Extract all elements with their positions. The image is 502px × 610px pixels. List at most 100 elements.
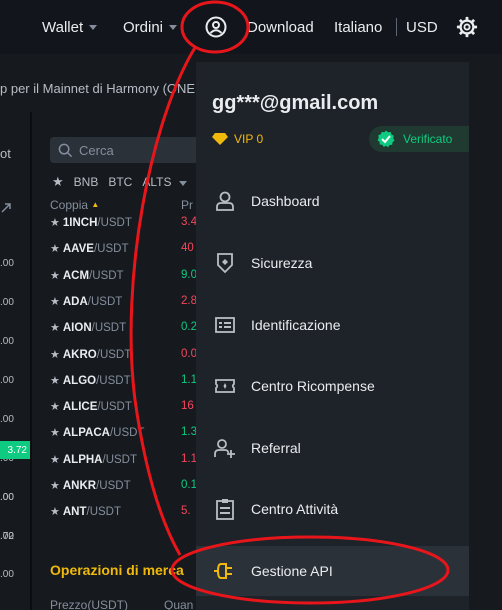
market-row[interactable]: ★ ANKR/USDT 0.1 — [50, 479, 200, 499]
market-row[interactable]: ★ AKRO/USDT 0.0 — [50, 348, 200, 368]
top-navigation-bar: Wallet Ordini Download Italiano USD — [0, 0, 502, 54]
pair-quote: /USDT — [93, 243, 129, 256]
trades-column-price: Prezzo(USDT) — [50, 598, 129, 610]
pair-base: AKRO — [62, 348, 97, 361]
search-input[interactable]: Cerca — [50, 137, 200, 163]
value-fragment: .72 — [0, 531, 14, 542]
pair-base: AION — [62, 322, 92, 335]
pair-quote: /USDT — [97, 217, 132, 229]
clipboard-icon — [212, 496, 238, 522]
star-icon[interactable]: ★ — [50, 270, 60, 282]
shield-icon — [212, 250, 238, 276]
value-fragment: .00 — [0, 492, 14, 503]
market-trades-title: Operazioni di merca — [50, 562, 184, 578]
market-row[interactable]: ★ 1INCH/USDT 3.4 — [50, 216, 200, 236]
filter-tab-alts[interactable]: ALTS — [142, 175, 187, 189]
pair-base: ANKR — [62, 480, 97, 492]
pair-quote: /USDT — [102, 453, 138, 466]
gear-icon — [456, 16, 478, 38]
price-badge: 3.72 — [0, 441, 30, 459]
star-icon[interactable]: ★ — [50, 427, 60, 439]
menu-item-referral[interactable]: Referral — [196, 423, 469, 473]
market-row[interactable]: ★ AAVE/USDT 40 — [50, 242, 200, 262]
account-button[interactable] — [203, 0, 229, 54]
download-link[interactable]: Download — [247, 0, 314, 54]
market-row[interactable]: ★ ADA/USDT 2.8 — [50, 295, 200, 315]
menu-item-dashboard[interactable]: Dashboard — [196, 176, 469, 226]
market-row[interactable]: ★ ALICE/USDT 16 — [50, 400, 200, 420]
column-header-pair[interactable]: Coppia ▲ — [50, 198, 99, 212]
wallet-menu[interactable]: Wallet — [42, 0, 98, 54]
menu-item-label: Sicurezza — [251, 255, 313, 271]
menu-item-label: Dashboard — [251, 193, 320, 209]
menu-item-label: Identificazione — [251, 317, 341, 333]
value-fragment: .00 — [0, 336, 14, 347]
menu-item-rewards-center[interactable]: Centro Ricompense — [196, 361, 469, 411]
column-header-price[interactable]: Pr — [181, 198, 193, 212]
wallet-label: Wallet — [42, 18, 84, 36]
menu-item-label: Referral — [251, 440, 301, 456]
star-icon[interactable]: ★ — [50, 243, 60, 255]
market-row[interactable]: ★ ALGO/USDT 1.1 — [50, 374, 200, 394]
menu-item-activity-center[interactable]: Centro Attività — [196, 484, 469, 534]
value-fragment: .00 — [0, 569, 14, 580]
market-panel: Cerca ★ BNB BTC ALTS Coppia ▲ Pr ★ 1INCH/… — [32, 112, 200, 610]
search-icon — [58, 143, 73, 157]
star-icon[interactable]: ★ — [50, 401, 60, 413]
value-fragment: .00 — [0, 414, 14, 425]
market-row[interactable]: ★ ANT/USDT 5. — [50, 505, 200, 525]
user-circle-icon — [205, 16, 227, 38]
value-fragment: .00 — [0, 297, 14, 308]
market-row[interactable]: ★ AION/USDT 0.2 — [50, 321, 200, 341]
pair-price: 16 — [181, 400, 194, 413]
check-circle-icon — [377, 130, 395, 148]
star-icon[interactable]: ★ — [50, 375, 60, 387]
pair-quote: /USDT — [96, 348, 132, 361]
market-row[interactable]: ★ ACM/USDT 9.0 — [50, 269, 200, 289]
menu-item-identification[interactable]: Identificazione — [196, 300, 469, 350]
pair-price: 2.8 — [181, 294, 197, 307]
pair-base: ADA — [62, 295, 88, 308]
verified-label: Verificato — [403, 132, 453, 146]
pair-base: ALGO — [62, 374, 97, 387]
user-icon — [212, 188, 238, 214]
filter-tab-btc[interactable]: BTC — [108, 175, 132, 189]
pair-price: 3.4 — [181, 216, 197, 228]
value-fragment: .00 — [0, 375, 14, 386]
star-icon[interactable]: ★ — [50, 480, 60, 492]
star-icon[interactable]: ★ — [50, 349, 60, 361]
filter-tab-bnb[interactable]: BNB — [74, 175, 99, 189]
star-icon[interactable]: ★ — [50, 296, 60, 308]
menu-item-security[interactable]: Sicurezza — [196, 238, 469, 288]
market-row[interactable]: ★ ALPHA/USDT 1.1 — [50, 453, 200, 473]
currency-selector[interactable]: USD — [406, 0, 438, 54]
nav-divider — [396, 18, 397, 36]
add-user-icon — [212, 435, 238, 461]
pair-price: 5. — [181, 505, 191, 518]
pair-base: ACM — [62, 269, 90, 282]
left-partial-column-bottom: .00 .72 .00 — [0, 470, 30, 610]
star-icon[interactable]: ★ — [50, 506, 60, 518]
pair-price: 0.0 — [181, 347, 197, 360]
pair-base: ALICE — [62, 401, 98, 414]
menu-item-label: Centro Ricompense — [251, 378, 375, 394]
star-icon[interactable]: ★ — [50, 217, 60, 229]
market-row[interactable]: ★ ALPACA/USDT 1.3 — [50, 426, 200, 446]
pair-base: AAVE — [62, 243, 94, 256]
settings-button[interactable] — [455, 0, 479, 54]
filter-tab-alts-label: ALTS — [142, 175, 172, 189]
language-selector[interactable]: Italiano — [334, 0, 382, 54]
star-icon[interactable]: ★ — [50, 322, 60, 334]
favorites-star-icon[interactable]: ★ — [52, 174, 64, 190]
pair-quote: /USDT — [91, 322, 127, 335]
id-card-icon — [212, 312, 238, 338]
pair-base: 1INCH — [62, 217, 98, 229]
vip-label: VIP 0 — [234, 132, 264, 146]
trades-column-quantity: Quan — [164, 598, 194, 610]
star-icon[interactable]: ★ — [50, 454, 60, 466]
menu-item-api-management[interactable]: Gestione API — [196, 546, 469, 596]
ticket-icon — [212, 373, 238, 399]
announcement-banner[interactable]: p per il Mainnet di Harmony (ONE — [0, 62, 200, 112]
pair-quote: /USDT — [97, 401, 132, 414]
orders-menu[interactable]: Ordini — [123, 0, 178, 54]
